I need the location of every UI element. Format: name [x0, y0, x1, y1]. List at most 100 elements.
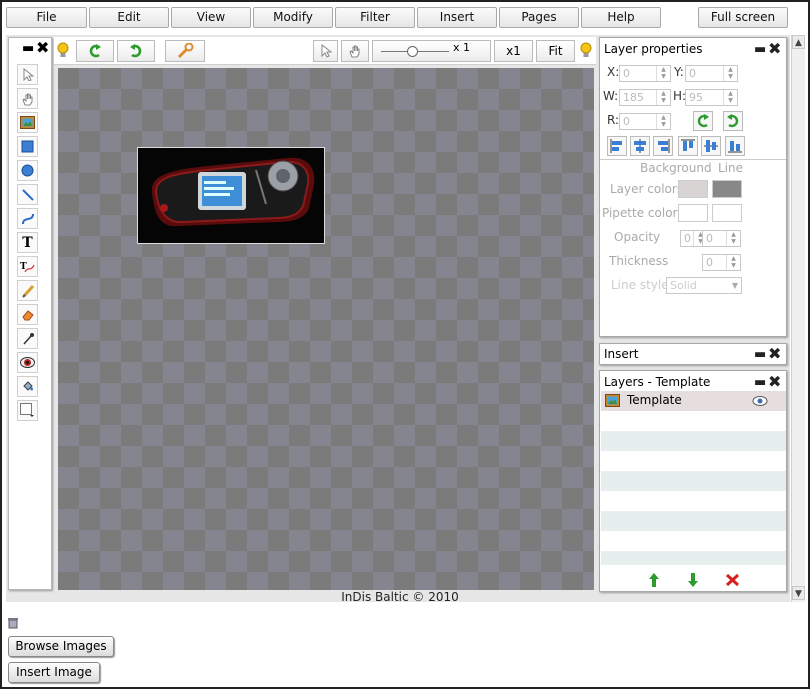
close-icon[interactable]: ✖ [36, 38, 49, 57]
panel-divider [600, 159, 786, 160]
h-value: 95 [689, 91, 703, 104]
hint-bulb-icon[interactable] [56, 42, 70, 62]
menu-pages[interactable]: Pages [499, 7, 579, 28]
layer-row-empty [601, 551, 786, 565]
line-style-select[interactable]: Solid ▼ [666, 277, 742, 294]
menu-view[interactable]: View [171, 7, 251, 28]
scroll-up-arrow[interactable]: ▲ [792, 35, 805, 49]
y-spinner[interactable]: ▲ ▼ [723, 66, 737, 81]
delete-layer-icon[interactable] [725, 573, 740, 587]
hint-bulb-right-icon[interactable] [579, 42, 593, 62]
hand-icon [349, 45, 360, 58]
y-field[interactable]: 0 ▲ ▼ [685, 65, 738, 82]
select-tool-icon[interactable] [17, 64, 38, 85]
settings-button[interactable] [165, 40, 205, 62]
y-label: Y: [674, 65, 684, 79]
pipette-line-color-swatch[interactable] [712, 204, 742, 222]
align-center-button[interactable] [630, 136, 650, 156]
fit-button[interactable]: Fit [536, 40, 575, 62]
close-icon[interactable]: ✖ [768, 344, 781, 363]
layer-row-template[interactable]: Template [601, 391, 786, 411]
fill-tool-icon[interactable] [17, 376, 38, 397]
align-center-icon [634, 139, 646, 153]
minimize-icon[interactable]: ▬ [22, 41, 34, 56]
eraser-tool-icon[interactable] [17, 304, 38, 325]
layer-row-empty [601, 431, 786, 451]
layer-row-empty [601, 471, 786, 491]
fullscreen-button[interactable]: Full screen [698, 7, 788, 28]
close-icon[interactable]: ✖ [768, 39, 781, 58]
h-field[interactable]: 95 ▲ ▼ [685, 89, 738, 106]
trash-icon[interactable] [7, 617, 19, 632]
h-spinner[interactable]: ▲ ▼ [723, 90, 737, 105]
pan-mode-button[interactable] [341, 40, 369, 62]
r-spinner[interactable]: ▲ ▼ [656, 114, 670, 129]
line-tool-icon[interactable] [17, 184, 38, 205]
w-spinner[interactable]: ▲ ▼ [656, 90, 670, 105]
browse-images-button[interactable]: Browse Images [8, 636, 114, 657]
thickness-field[interactable]: 0 ▲ ▼ [702, 254, 741, 271]
ellipse-tool-icon[interactable] [17, 160, 38, 181]
zoom-slider[interactable]: x 1 [372, 40, 491, 62]
move-layer-down-icon[interactable] [687, 572, 699, 588]
layer-properties-title: Layer properties [604, 42, 703, 56]
menu-modify[interactable]: Modify [253, 7, 333, 28]
text-tool-icon[interactable]: T [17, 232, 38, 253]
copyright-text: InDis Baltic © 2010 [341, 590, 459, 604]
rectangle-tool-icon[interactable] [17, 136, 38, 157]
move-layer-up-icon[interactable] [648, 572, 660, 588]
rotate-left-button[interactable] [693, 111, 713, 131]
r-field[interactable]: 0 ▲ ▼ [619, 113, 671, 130]
opacity-line-spinner[interactable]: ▲ ▼ [726, 231, 740, 246]
x-spinner[interactable]: ▲ ▼ [656, 66, 670, 81]
background-header: Background [640, 161, 712, 175]
thickness-spinner[interactable]: ▲ ▼ [726, 255, 740, 270]
align-bottom-button[interactable] [725, 136, 745, 156]
rotate-right-button[interactable] [723, 111, 743, 131]
vertical-scrollbar[interactable]: ▲ ▼ [791, 35, 805, 602]
close-icon[interactable]: ✖ [768, 372, 781, 391]
r-label: R: [607, 113, 620, 127]
zoom-slider-handle[interactable] [407, 46, 418, 57]
pipette-bg-color-swatch[interactable] [678, 204, 708, 222]
align-middle-button[interactable] [701, 136, 721, 156]
pointer-mode-button[interactable] [313, 40, 338, 62]
minimize-icon[interactable]: ▬ [754, 375, 766, 390]
image-tool-icon[interactable] [17, 112, 38, 133]
opacity-bg-value: 0 [684, 232, 691, 245]
canvas-image-layer[interactable] [137, 147, 325, 244]
align-left-button[interactable] [607, 136, 627, 156]
x-value: 0 [623, 67, 630, 80]
menu-filter[interactable]: Filter [335, 7, 415, 28]
layer-line-color-swatch[interactable] [712, 180, 742, 198]
layer-bg-color-swatch[interactable] [678, 180, 708, 198]
scroll-down-arrow[interactable]: ▼ [792, 586, 805, 600]
zoom-1x-button[interactable]: x1 [494, 40, 533, 62]
color-picker-icon[interactable] [17, 400, 38, 421]
pipette-tool-icon[interactable] [17, 328, 38, 349]
minimize-icon[interactable]: ▬ [754, 347, 766, 362]
brush-tool-icon[interactable] [17, 280, 38, 301]
red-eye-tool-icon[interactable] [17, 352, 38, 373]
pipette-colors-label: Pipette colors [602, 206, 684, 220]
curve-tool-icon[interactable] [17, 208, 38, 229]
opacity-line-field[interactable]: 0 ▲ ▼ [702, 230, 741, 247]
eye-icon[interactable] [752, 395, 768, 407]
x-field[interactable]: 0 ▲ ▼ [619, 65, 671, 82]
minimize-icon[interactable]: ▬ [754, 42, 766, 57]
text-path-tool-icon[interactable]: T [17, 256, 38, 277]
menu-file[interactable]: File [6, 7, 87, 28]
redo-button[interactable] [117, 40, 155, 62]
menu-insert[interactable]: Insert [417, 7, 497, 28]
undo-button[interactable] [76, 40, 114, 62]
align-bottom-icon [728, 141, 742, 153]
insert-panel: Insert ▬ ✖ [599, 343, 787, 365]
w-field[interactable]: 185 ▲ ▼ [619, 89, 671, 106]
menu-help[interactable]: Help [581, 7, 661, 28]
line-header: Line [718, 161, 744, 175]
align-right-button[interactable] [653, 136, 673, 156]
insert-image-button[interactable]: Insert Image [8, 662, 100, 683]
align-top-button[interactable] [678, 136, 698, 156]
hand-tool-icon[interactable] [17, 88, 38, 109]
menu-edit[interactable]: Edit [89, 7, 169, 28]
